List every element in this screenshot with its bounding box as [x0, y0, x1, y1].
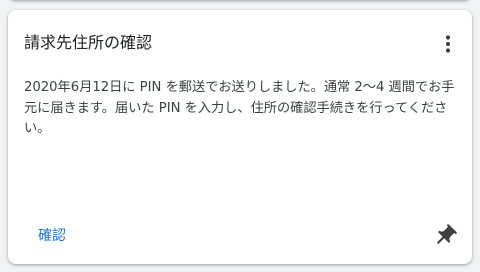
card-title: 請求先住所の確認 — [24, 33, 153, 52]
push-pin-icon — [437, 224, 457, 244]
billing-address-verification-card: 請求先住所の確認 2020年6月12日に PIN を郵送でお送りしました。通常 … — [8, 10, 472, 264]
pin-card-button[interactable] — [432, 223, 458, 249]
more-vert-icon — [445, 35, 451, 53]
confirm-button[interactable]: 確認 — [38, 226, 66, 246]
card-description: 2020年6月12日に PIN を郵送でお送りしました。通常 2〜4 週間でお手… — [24, 80, 455, 136]
more-options-button[interactable] — [438, 32, 458, 56]
